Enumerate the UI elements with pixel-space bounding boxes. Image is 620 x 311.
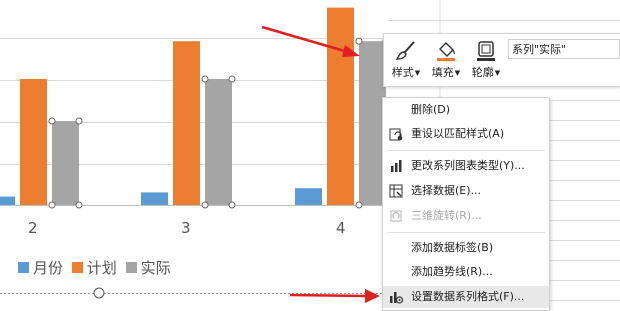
- bar-3-3[interactable]: [205, 79, 232, 205]
- menu-item-3d-rotation[interactable]: 三维旋转(R)...: [383, 205, 549, 227]
- series-selector[interactable]: 系列"实际": [508, 39, 620, 59]
- menu-item-label: 三维旋转(R)...: [411, 209, 482, 222]
- legend-item: 实际: [140, 259, 171, 277]
- menu-item-label: 添加趋势线(R)...: [411, 265, 493, 278]
- annotation-arrow-bottom: [289, 289, 380, 303]
- selection-handle[interactable]: [228, 75, 236, 83]
- selection-handle[interactable]: [75, 201, 83, 209]
- x-tick-label: 4: [336, 219, 346, 237]
- menu-item-label: 删除(D): [411, 103, 451, 116]
- menu-item-label: 设置数据系列格式(F)...: [411, 290, 525, 303]
- menu-separator: [387, 232, 545, 233]
- bar-2-4[interactable]: [327, 7, 354, 205]
- selection-handle[interactable]: [48, 201, 56, 209]
- brush-icon: [395, 41, 415, 60]
- menu-item-label: 添加数据标签(B): [411, 241, 494, 254]
- outline-button[interactable]: 轮廓▼: [466, 36, 506, 84]
- legend-swatch: [71, 262, 83, 273]
- menu-item-change-chart-type[interactable]: 更改系列图表类型(Y)...: [383, 155, 549, 177]
- menu-item-delete[interactable]: 删除(D): [383, 99, 549, 121]
- menu-item-add-data-labels[interactable]: 添加数据标签(B): [383, 237, 549, 259]
- legend-item: 计划: [86, 259, 117, 277]
- bar-1-3[interactable]: [141, 192, 168, 205]
- x-tick-label: 3: [181, 219, 191, 237]
- reset-style-icon: [389, 128, 403, 141]
- rotate-3d-icon: [390, 210, 402, 222]
- x-tick-label: 2: [28, 219, 38, 237]
- chart-resize-handle[interactable]: [93, 287, 105, 299]
- selection-handle[interactable]: [355, 37, 363, 45]
- chart-format-toolbar: 样式▼ 填充▼ 轮廓▼ 系列"实际": [383, 33, 620, 87]
- menu-item-format-data-series[interactable]: 设置数据系列格式(F)...: [383, 286, 549, 308]
- legend-item: 月份: [33, 259, 64, 277]
- menu-item-reset-style[interactable]: 重设以匹配样式(A): [383, 123, 549, 145]
- outline-icon: [477, 41, 495, 61]
- context-menu: 删除(D) 重设以匹配样式(A) 更改系列图表类型(Y)... 选择数据(E).…: [382, 97, 550, 311]
- selection-handle[interactable]: [75, 117, 83, 125]
- menu-item-label: 重设以匹配样式(A): [411, 127, 505, 140]
- bar-2-2[interactable]: [20, 79, 47, 205]
- select-data-icon: [389, 184, 403, 198]
- bar-1-4[interactable]: [295, 188, 322, 205]
- menu-separator: [387, 150, 545, 151]
- menu-item-add-trendline[interactable]: 添加趋势线(R)...: [383, 261, 549, 283]
- fill-button[interactable]: 填充▼: [426, 36, 466, 84]
- outline-label: 轮廓: [471, 66, 494, 79]
- selection-handle[interactable]: [355, 201, 363, 209]
- menu-item-label: 更改系列图表类型(Y)...: [411, 159, 525, 172]
- style-button[interactable]: 样式▼: [386, 36, 426, 84]
- menu-item-label: 选择数据(E)...: [411, 184, 482, 197]
- menu-item-select-data[interactable]: 选择数据(E)...: [383, 180, 549, 202]
- bar-chart-icon: [391, 160, 402, 172]
- selection-handle[interactable]: [228, 201, 236, 209]
- chart-legend[interactable]: 月份 计划 实际: [18, 257, 175, 278]
- fill-label: 填充: [431, 66, 454, 79]
- fill-bucket-icon: [437, 42, 456, 61]
- selection-handle[interactable]: [201, 75, 209, 83]
- bar-2-3[interactable]: [173, 41, 200, 206]
- selection-handle[interactable]: [48, 117, 56, 125]
- style-label: 样式: [391, 66, 414, 79]
- bar-3-2[interactable]: [52, 121, 79, 205]
- selection-handle[interactable]: [201, 201, 209, 209]
- legend-swatch: [125, 262, 137, 273]
- bar-1-2[interactable]: [0, 196, 15, 205]
- legend-swatch: [18, 262, 29, 273]
- format-series-icon: [390, 292, 403, 304]
